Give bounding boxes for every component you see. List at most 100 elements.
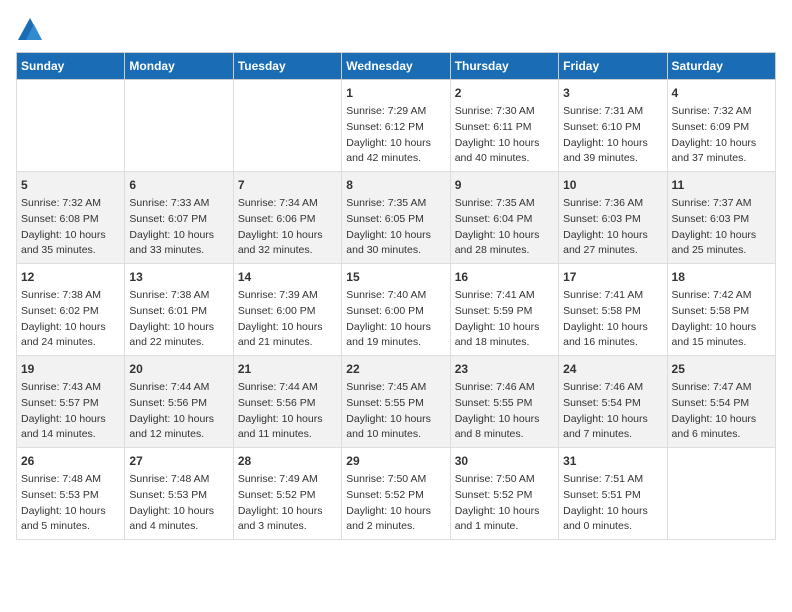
calendar-cell: 9 Sunrise: 7:35 AM Sunset: 6:04 PM Daylig… [450, 172, 558, 264]
day-info: Sunrise: 7:35 AM Sunset: 6:04 PM Dayligh… [455, 196, 554, 259]
day-number: 31 [563, 452, 662, 470]
day-info: Sunrise: 7:37 AM Sunset: 6:03 PM Dayligh… [672, 196, 771, 259]
day-info: Sunrise: 7:33 AM Sunset: 6:07 PM Dayligh… [129, 196, 228, 259]
day-number: 7 [238, 176, 337, 194]
day-number: 6 [129, 176, 228, 194]
calendar-cell [125, 80, 233, 172]
calendar-cell: 8 Sunrise: 7:35 AM Sunset: 6:05 PM Daylig… [342, 172, 450, 264]
calendar-cell: 2Sunrise: 7:30 AM Sunset: 6:11 PM Daylig… [450, 80, 558, 172]
day-number: 5 [21, 176, 120, 194]
calendar-cell: 22 Sunrise: 7:45 AM Sunset: 5:55 PM Dayli… [342, 356, 450, 448]
calendar-cell: 20 Sunrise: 7:44 AM Sunset: 5:56 PM Dayli… [125, 356, 233, 448]
day-header-tuesday: Tuesday [233, 53, 341, 80]
day-number: 25 [672, 360, 771, 378]
day-info: Sunrise: 7:32 AM Sunset: 6:08 PM Dayligh… [21, 196, 120, 259]
day-info: Sunrise: 7:48 AM Sunset: 5:53 PM Dayligh… [21, 472, 120, 535]
day-info: Sunrise: 7:32 AM Sunset: 6:09 PM Dayligh… [672, 104, 771, 167]
day-info: Sunrise: 7:44 AM Sunset: 5:56 PM Dayligh… [129, 380, 228, 443]
day-info: Sunrise: 7:50 AM Sunset: 5:52 PM Dayligh… [455, 472, 554, 535]
day-info: Sunrise: 7:40 AM Sunset: 6:00 PM Dayligh… [346, 288, 445, 351]
day-number: 27 [129, 452, 228, 470]
calendar-cell: 25 Sunrise: 7:47 AM Sunset: 5:54 PM Dayli… [667, 356, 775, 448]
calendar-cell: 10 Sunrise: 7:36 AM Sunset: 6:03 PM Dayli… [559, 172, 667, 264]
day-header-thursday: Thursday [450, 53, 558, 80]
day-info: Sunrise: 7:48 AM Sunset: 5:53 PM Dayligh… [129, 472, 228, 535]
day-info: Sunrise: 7:45 AM Sunset: 5:55 PM Dayligh… [346, 380, 445, 443]
day-info: Sunrise: 7:44 AM Sunset: 5:56 PM Dayligh… [238, 380, 337, 443]
calendar-cell: 18 Sunrise: 7:42 AM Sunset: 5:58 PM Dayli… [667, 264, 775, 356]
calendar-cell: 28 Sunrise: 7:49 AM Sunset: 5:52 PM Dayli… [233, 448, 341, 540]
calendar-cell: 30Sunrise: 7:50 AM Sunset: 5:52 PM Dayli… [450, 448, 558, 540]
header [16, 16, 776, 44]
day-header-friday: Friday [559, 53, 667, 80]
day-number: 20 [129, 360, 228, 378]
day-number: 24 [563, 360, 662, 378]
day-info: Sunrise: 7:46 AM Sunset: 5:55 PM Dayligh… [455, 380, 554, 443]
week-row-5: 26 Sunrise: 7:48 AM Sunset: 5:53 PM Dayli… [17, 448, 776, 540]
day-number: 9 [455, 176, 554, 194]
week-row-2: 5 Sunrise: 7:32 AM Sunset: 6:08 PM Daylig… [17, 172, 776, 264]
day-number: 4 [672, 84, 771, 102]
day-header-sunday: Sunday [17, 53, 125, 80]
day-info: Sunrise: 7:49 AM Sunset: 5:52 PM Dayligh… [238, 472, 337, 535]
day-info: Sunrise: 7:34 AM Sunset: 6:06 PM Dayligh… [238, 196, 337, 259]
day-info: Sunrise: 7:47 AM Sunset: 5:54 PM Dayligh… [672, 380, 771, 443]
day-info: Sunrise: 7:42 AM Sunset: 5:58 PM Dayligh… [672, 288, 771, 351]
calendar-cell: 31 Sunrise: 7:51 AM Sunset: 5:51 PM Dayli… [559, 448, 667, 540]
day-header-wednesday: Wednesday [342, 53, 450, 80]
day-header-saturday: Saturday [667, 53, 775, 80]
day-number: 10 [563, 176, 662, 194]
calendar-cell: 4 Sunrise: 7:32 AM Sunset: 6:09 PM Daylig… [667, 80, 775, 172]
day-info: Sunrise: 7:29 AM Sunset: 6:12 PM Dayligh… [346, 104, 445, 167]
day-number: 11 [672, 176, 771, 194]
calendar-cell: 24 Sunrise: 7:46 AM Sunset: 5:54 PM Dayli… [559, 356, 667, 448]
day-number: 26 [21, 452, 120, 470]
day-number: 19 [21, 360, 120, 378]
day-info: Sunrise: 7:39 AM Sunset: 6:00 PM Dayligh… [238, 288, 337, 351]
calendar-table: SundayMondayTuesdayWednesdayThursdayFrid… [16, 52, 776, 540]
calendar-cell: 27 Sunrise: 7:48 AM Sunset: 5:53 PM Dayli… [125, 448, 233, 540]
logo [16, 16, 46, 44]
day-info: Sunrise: 7:31 AM Sunset: 6:10 PM Dayligh… [563, 104, 662, 167]
header-row: SundayMondayTuesdayWednesdayThursdayFrid… [17, 53, 776, 80]
calendar-cell: 29Sunrise: 7:50 AM Sunset: 5:52 PM Dayli… [342, 448, 450, 540]
calendar-cell: 16Sunrise: 7:41 AM Sunset: 5:59 PM Dayli… [450, 264, 558, 356]
day-number: 13 [129, 268, 228, 286]
calendar-cell: 26 Sunrise: 7:48 AM Sunset: 5:53 PM Dayli… [17, 448, 125, 540]
day-number: 3 [563, 84, 662, 102]
day-info: Sunrise: 7:35 AM Sunset: 6:05 PM Dayligh… [346, 196, 445, 259]
calendar-cell: 6 Sunrise: 7:33 AM Sunset: 6:07 PM Daylig… [125, 172, 233, 264]
day-info: Sunrise: 7:38 AM Sunset: 6:02 PM Dayligh… [21, 288, 120, 351]
calendar-cell [667, 448, 775, 540]
day-number: 28 [238, 452, 337, 470]
day-number: 18 [672, 268, 771, 286]
calendar-cell: 15 Sunrise: 7:40 AM Sunset: 6:00 PM Dayli… [342, 264, 450, 356]
day-number: 22 [346, 360, 445, 378]
day-number: 16 [455, 268, 554, 286]
day-number: 8 [346, 176, 445, 194]
day-number: 15 [346, 268, 445, 286]
day-number: 1 [346, 84, 445, 102]
calendar-cell: 1 Sunrise: 7:29 AM Sunset: 6:12 PM Daylig… [342, 80, 450, 172]
calendar-cell: 11 Sunrise: 7:37 AM Sunset: 6:03 PM Dayli… [667, 172, 775, 264]
day-info: Sunrise: 7:41 AM Sunset: 5:58 PM Dayligh… [563, 288, 662, 351]
calendar-cell [17, 80, 125, 172]
day-info: Sunrise: 7:51 AM Sunset: 5:51 PM Dayligh… [563, 472, 662, 535]
day-number: 23 [455, 360, 554, 378]
day-info: Sunrise: 7:46 AM Sunset: 5:54 PM Dayligh… [563, 380, 662, 443]
calendar-cell: 7 Sunrise: 7:34 AM Sunset: 6:06 PM Daylig… [233, 172, 341, 264]
day-info: Sunrise: 7:38 AM Sunset: 6:01 PM Dayligh… [129, 288, 228, 351]
calendar-cell [233, 80, 341, 172]
day-header-monday: Monday [125, 53, 233, 80]
week-row-3: 12Sunrise: 7:38 AM Sunset: 6:02 PM Dayli… [17, 264, 776, 356]
day-number: 2 [455, 84, 554, 102]
calendar-cell: 23 Sunrise: 7:46 AM Sunset: 5:55 PM Dayli… [450, 356, 558, 448]
calendar-cell: 13 Sunrise: 7:38 AM Sunset: 6:01 PM Dayli… [125, 264, 233, 356]
day-info: Sunrise: 7:36 AM Sunset: 6:03 PM Dayligh… [563, 196, 662, 259]
calendar-cell: 5 Sunrise: 7:32 AM Sunset: 6:08 PM Daylig… [17, 172, 125, 264]
day-number: 21 [238, 360, 337, 378]
calendar-cell: 17Sunrise: 7:41 AM Sunset: 5:58 PM Dayli… [559, 264, 667, 356]
logo-icon [16, 16, 44, 44]
day-info: Sunrise: 7:50 AM Sunset: 5:52 PM Dayligh… [346, 472, 445, 535]
week-row-4: 19Sunrise: 7:43 AM Sunset: 5:57 PM Dayli… [17, 356, 776, 448]
